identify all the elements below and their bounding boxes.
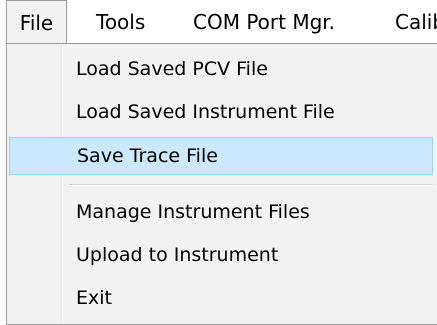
menu-item-exit[interactable]: Exit (9, 280, 433, 318)
menu-calib[interactable]: Calib (395, 0, 437, 44)
file-dropdown-menu: Load Saved PCV File Load Saved Instrumen… (6, 43, 437, 325)
menu-item-manage-instrument-files[interactable]: Manage Instrument Files (9, 194, 433, 232)
menu-item-load-saved-pcv-file[interactable]: Load Saved PCV File (9, 51, 433, 89)
menu-separator (69, 184, 433, 186)
menu-com-port-mgr[interactable]: COM Port Mgr. (193, 0, 335, 44)
menu-item-save-trace-file[interactable]: Save Trace File (9, 137, 433, 175)
menu-tools[interactable]: Tools (96, 0, 145, 44)
menu-item-load-saved-instrument-file[interactable]: Load Saved Instrument File (9, 94, 433, 132)
menu-item-upload-to-instrument[interactable]: Upload to Instrument (9, 237, 433, 275)
menu-file[interactable]: File (6, 0, 67, 44)
menu-bar: File Tools COM Port Mgr. Calib (0, 0, 437, 44)
